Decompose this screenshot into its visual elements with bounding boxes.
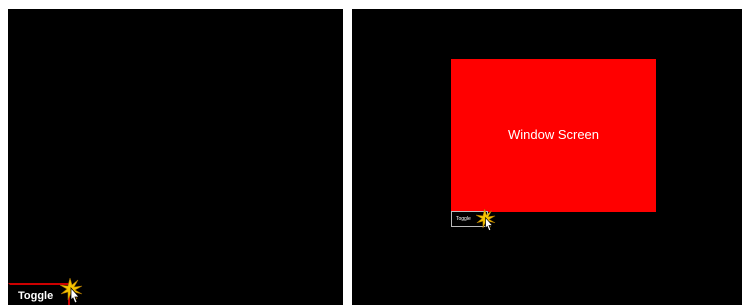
window-screen-label: Window Screen: [507, 127, 600, 142]
click-hand-cursor-icon: [60, 278, 90, 305]
window-screen: Window Screen: [451, 59, 656, 212]
right-stage: Window Screen Toggle: [352, 9, 742, 305]
click-hand-cursor-icon: [476, 209, 502, 235]
left-stage: Toggle: [8, 9, 343, 305]
